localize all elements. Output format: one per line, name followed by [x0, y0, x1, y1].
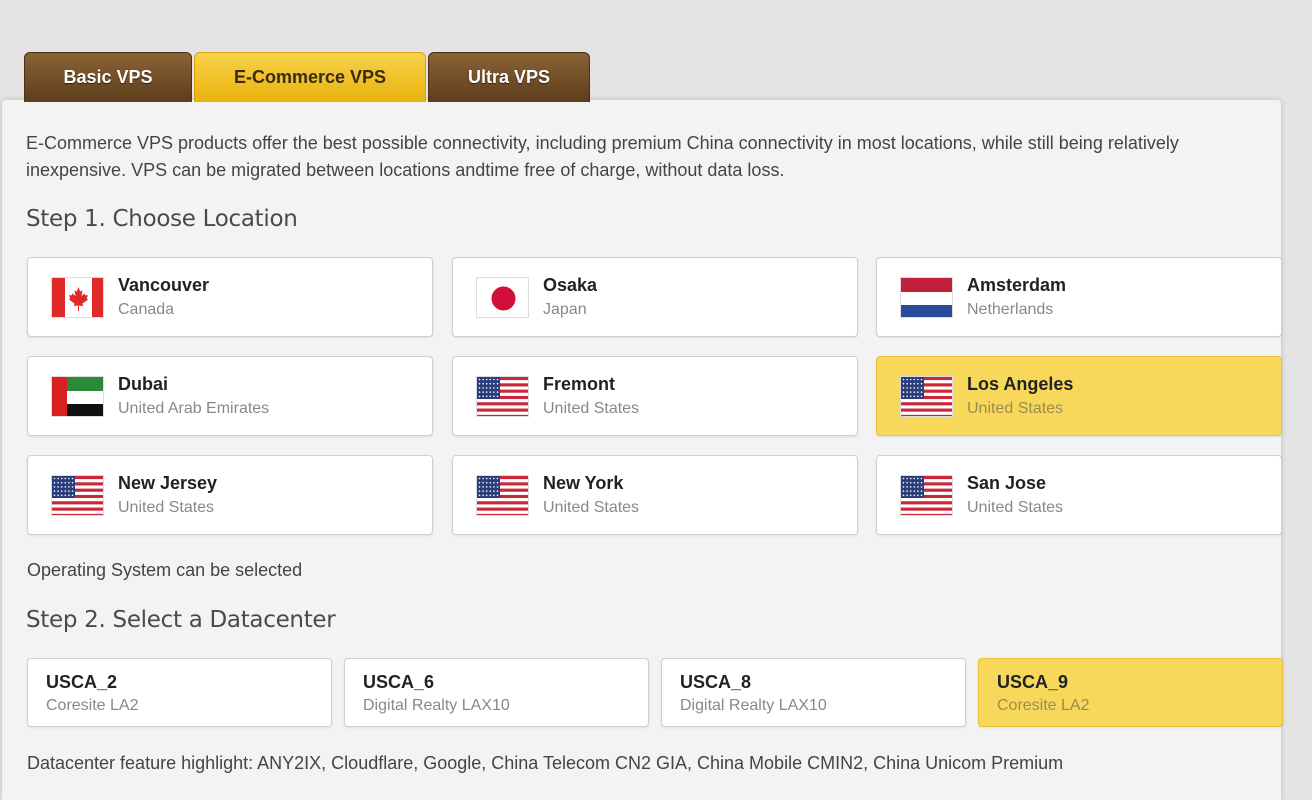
usa-flag-icon: [51, 475, 104, 516]
location-country: United States: [967, 499, 1064, 516]
japan-flag-icon: [476, 277, 529, 318]
tab-basic-vps[interactable]: Basic VPS: [24, 52, 192, 102]
step1-title: Step 1. Choose Location: [26, 206, 298, 232]
location-country: United States: [967, 400, 1064, 417]
location-country: Japan: [543, 301, 587, 318]
datacenter-code: USCA_2: [46, 672, 118, 692]
location-card-osaka[interactable]: Osaka Japan: [452, 257, 858, 337]
location-card-new-jersey[interactable]: New Jersey United States: [27, 455, 433, 535]
datacenter-provider: Coresite LA2: [997, 697, 1090, 714]
location-name: Amsterdam: [967, 275, 1067, 295]
datacenter-code: USCA_6: [363, 672, 435, 692]
datacenter-code: USCA_8: [680, 672, 752, 692]
datacenter-card-usca-2[interactable]: USCA_2 Coresite LA2: [27, 658, 332, 727]
datacenter-provider: Digital Realty LAX10: [680, 697, 827, 714]
location-card-vancouver[interactable]: Vancouver Canada: [27, 257, 433, 337]
datacenter-card-usca-9[interactable]: USCA_9 Coresite LA2: [978, 658, 1283, 727]
location-country: United Arab Emirates: [118, 400, 270, 417]
tab-ultra-vps[interactable]: Ultra VPS: [428, 52, 590, 102]
uae-flag-icon: [51, 376, 104, 417]
canada-flag-icon: [51, 277, 104, 318]
datacenter-card-usca-8[interactable]: USCA_8 Digital Realty LAX10: [661, 658, 966, 727]
usa-flag-icon: [476, 376, 529, 417]
location-name: New Jersey: [118, 473, 218, 493]
location-card-new-york[interactable]: New York United States: [452, 455, 858, 535]
location-country: United States: [118, 499, 215, 516]
datacenter-provider: Coresite LA2: [46, 697, 139, 714]
datacenter-code: USCA_9: [997, 672, 1069, 692]
location-card-fremont[interactable]: Fremont United States: [452, 356, 858, 436]
usa-flag-icon: [900, 376, 953, 417]
location-card-dubai[interactable]: Dubai United Arab Emirates: [27, 356, 433, 436]
location-card-amsterdam[interactable]: Amsterdam Netherlands: [876, 257, 1282, 337]
location-name: San Jose: [967, 473, 1047, 493]
feature-note: Datacenter feature highlight: ANY2IX, Cl…: [27, 753, 1064, 773]
intro-text: E-Commerce VPS products offer the best p…: [26, 133, 1179, 180]
location-country: United States: [543, 400, 640, 417]
location-name: Dubai: [118, 374, 169, 394]
os-note: Operating System can be selected: [27, 560, 303, 580]
location-name: Los Angeles: [967, 374, 1074, 394]
usa-flag-icon: [476, 475, 529, 516]
location-card-san-jose[interactable]: San Jose United States: [876, 455, 1282, 535]
location-country: Canada: [118, 301, 175, 318]
usa-flag-icon: [900, 475, 953, 516]
netherlands-flag-icon: [900, 277, 953, 318]
datacenter-card-usca-6[interactable]: USCA_6 Digital Realty LAX10: [344, 658, 649, 727]
location-country: Netherlands: [967, 301, 1054, 318]
location-name: New York: [543, 473, 624, 493]
tab-ecommerce-vps[interactable]: E-Commerce VPS: [194, 52, 426, 102]
location-country: United States: [543, 499, 640, 516]
location-card-los-angeles[interactable]: Los Angeles United States: [876, 356, 1282, 436]
datacenter-provider: Digital Realty LAX10: [363, 697, 510, 714]
location-name: Osaka: [543, 275, 598, 295]
step2-title: Step 2. Select a Datacenter: [26, 607, 336, 633]
location-name: Vancouver: [118, 275, 210, 295]
location-name: Fremont: [543, 374, 615, 394]
product-tabs: Basic VPS E-Commerce VPS Ultra VPS: [24, 52, 590, 102]
